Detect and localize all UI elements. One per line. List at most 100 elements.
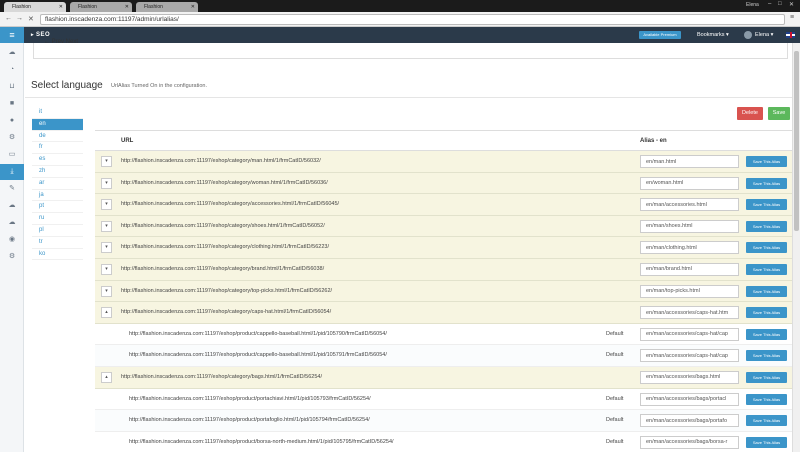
language-item-fr[interactable]: fr — [32, 142, 83, 155]
tab-title: Flashion — [78, 4, 97, 10]
language-item-it[interactable]: it — [32, 107, 83, 119]
tab-title: Flashion — [144, 4, 163, 10]
language-item-ja[interactable]: ja — [32, 190, 83, 202]
forward-arrow-icon[interactable]: → — [16, 15, 23, 22]
alias-input[interactable] — [640, 435, 739, 449]
language-item-es[interactable]: es — [32, 154, 83, 166]
save-alias-button[interactable]: Save This Alias — [746, 328, 787, 340]
language-item-en[interactable]: en — [32, 118, 83, 131]
close-tab-icon[interactable]: ✕ — [125, 2, 129, 12]
language-item-pl[interactable]: pl — [32, 225, 83, 237]
expand-toggle-icon[interactable]: ▾ — [101, 177, 112, 189]
save-alias-button[interactable]: Save This Alias — [746, 393, 787, 405]
alias-input[interactable] — [640, 262, 739, 276]
window-user-name: Elena — [746, 2, 759, 8]
expand-toggle-icon[interactable]: ▴ — [101, 307, 112, 319]
avatar[interactable] — [744, 31, 752, 39]
alias-input[interactable] — [640, 370, 739, 384]
language-item-pt[interactable]: pt — [32, 201, 83, 214]
uk-flag-icon[interactable] — [786, 32, 795, 38]
save-alias-button[interactable]: Save This Alias — [746, 220, 787, 232]
save-alias-button[interactable]: Save This Alias — [746, 371, 787, 383]
row-url: http://flashion.inscadenza.com:11197/esh… — [121, 158, 321, 164]
section-title: Select language — [31, 80, 103, 91]
close-tab-icon[interactable]: ✕ — [191, 2, 195, 12]
row-url: http://flashion.inscadenza.com:11197/esh… — [129, 417, 370, 424]
row-url: http://flashion.inscadenza.com:11197/esh… — [121, 265, 325, 272]
globe-icon[interactable]: ◉ — [0, 232, 24, 248]
browser-tab[interactable]: Flashion ✕ — [70, 2, 132, 12]
save-alias-button[interactable]: Save This Alias — [746, 263, 787, 275]
alias-input[interactable] — [640, 414, 739, 428]
cogs-icon[interactable]: ⚙ — [0, 249, 24, 265]
browser-menu-icon[interactable]: ≡ — [790, 14, 794, 21]
expand-toggle-icon[interactable]: ▾ — [101, 242, 112, 254]
cloud-download-icon[interactable]: ☁ — [0, 215, 24, 231]
save-alias-button[interactable]: Save This Alias — [746, 177, 787, 189]
cart-icon[interactable]: ⊔ — [0, 79, 24, 95]
scrollbar-thumb[interactable] — [794, 51, 799, 231]
dashboard-icon[interactable]: ◔ — [0, 62, 24, 78]
expand-toggle-icon[interactable]: ▾ — [101, 285, 112, 297]
alias-input[interactable] — [640, 241, 739, 255]
product-row: http://flashion.inscadenza.com:11197/esh… — [95, 431, 792, 452]
language-item-ar[interactable]: ar — [32, 178, 83, 190]
alias-input[interactable] — [640, 392, 739, 406]
prev-next-button[interactable]: ← Prev Next — [44, 39, 78, 45]
bookmarks-menu[interactable]: Bookmarks ▾ — [697, 27, 729, 43]
expand-toggle-icon[interactable]: ▾ — [101, 263, 112, 275]
save-button[interactable]: Save — [768, 107, 790, 120]
expand-toggle-icon[interactable]: ▴ — [101, 371, 112, 383]
product-row: http://flashion.inscadenza.com:11197/esh… — [95, 410, 792, 432]
save-alias-button[interactable]: Save This Alias — [746, 350, 787, 362]
alias-input[interactable] — [640, 176, 739, 190]
alias-input[interactable] — [640, 306, 739, 320]
category-row: ▴ http://flashion.inscadenza.com:11197/es… — [95, 302, 792, 324]
browser-tab-active[interactable]: Flashion ✕ — [4, 2, 66, 12]
save-alias-button[interactable]: Save This Alias — [746, 199, 787, 211]
row-url: http://flashion.inscadenza.com:11197/esh… — [121, 201, 340, 208]
save-alias-button[interactable]: Save This Alias — [746, 242, 787, 254]
expand-toggle-icon[interactable]: ▾ — [101, 199, 112, 211]
url-input[interactable]: flashion.inscadenza.com:11197/admin/urla… — [40, 14, 785, 25]
save-alias-button[interactable]: Save This Alias — [746, 436, 787, 448]
alias-input[interactable] — [640, 284, 739, 298]
save-alias-button[interactable]: Save This Alias — [746, 415, 787, 427]
expand-toggle-icon[interactable]: ▾ — [101, 156, 112, 167]
user-menu[interactable]: Elena ▾ — [755, 27, 773, 43]
save-alias-button[interactable]: Save This Alias — [746, 307, 787, 319]
language-item-zh[interactable]: zh — [32, 166, 83, 178]
cloud-upload-icon[interactable]: ☁ — [0, 198, 24, 214]
stop-icon[interactable]: ✕ — [28, 15, 34, 23]
alias-input[interactable] — [640, 327, 739, 341]
language-item-ko[interactable]: ko — [32, 249, 83, 261]
language-item-ru[interactable]: ru — [32, 213, 83, 225]
language-item-de[interactable]: de — [32, 131, 83, 143]
page-scrollbar[interactable] — [792, 43, 800, 452]
settings-icon[interactable]: ⚙ — [0, 130, 24, 146]
alias-input[interactable] — [640, 349, 739, 363]
back-arrow-icon[interactable]: ← — [5, 15, 12, 22]
expand-toggle-icon[interactable]: ▾ — [101, 220, 112, 232]
download-icon[interactable]: ⤓ — [0, 164, 24, 180]
edit-icon[interactable]: ✎ — [0, 181, 24, 197]
save-alias-button[interactable]: Save This Alias — [746, 156, 787, 167]
alias-input[interactable] — [640, 219, 739, 233]
minimize-icon[interactable]: – — [768, 1, 771, 7]
delete-button[interactable]: Delete — [737, 107, 763, 120]
maximize-icon[interactable]: □ — [778, 1, 782, 7]
save-alias-button[interactable]: Save This Alias — [746, 285, 787, 297]
display-icon[interactable]: ▭ — [0, 147, 24, 163]
hamburger-menu-icon[interactable]: ≡ — [0, 27, 24, 43]
alias-input[interactable] — [640, 198, 739, 212]
row-url: http://flashion.inscadenza.com:11197/esh… — [121, 222, 325, 229]
browser-tab[interactable]: Flashion ✕ — [136, 2, 198, 12]
premium-badge[interactable]: Available Premium — [639, 31, 681, 39]
alias-input[interactable] — [640, 155, 739, 168]
cloud-icon[interactable]: ☁ — [0, 45, 24, 61]
close-tab-icon[interactable]: ✕ — [59, 2, 63, 12]
close-window-icon[interactable]: ✕ — [789, 1, 794, 8]
user-icon[interactable]: ● — [0, 113, 24, 129]
box-icon[interactable]: ■ — [0, 96, 24, 112]
language-item-tr[interactable]: tr — [32, 237, 83, 249]
